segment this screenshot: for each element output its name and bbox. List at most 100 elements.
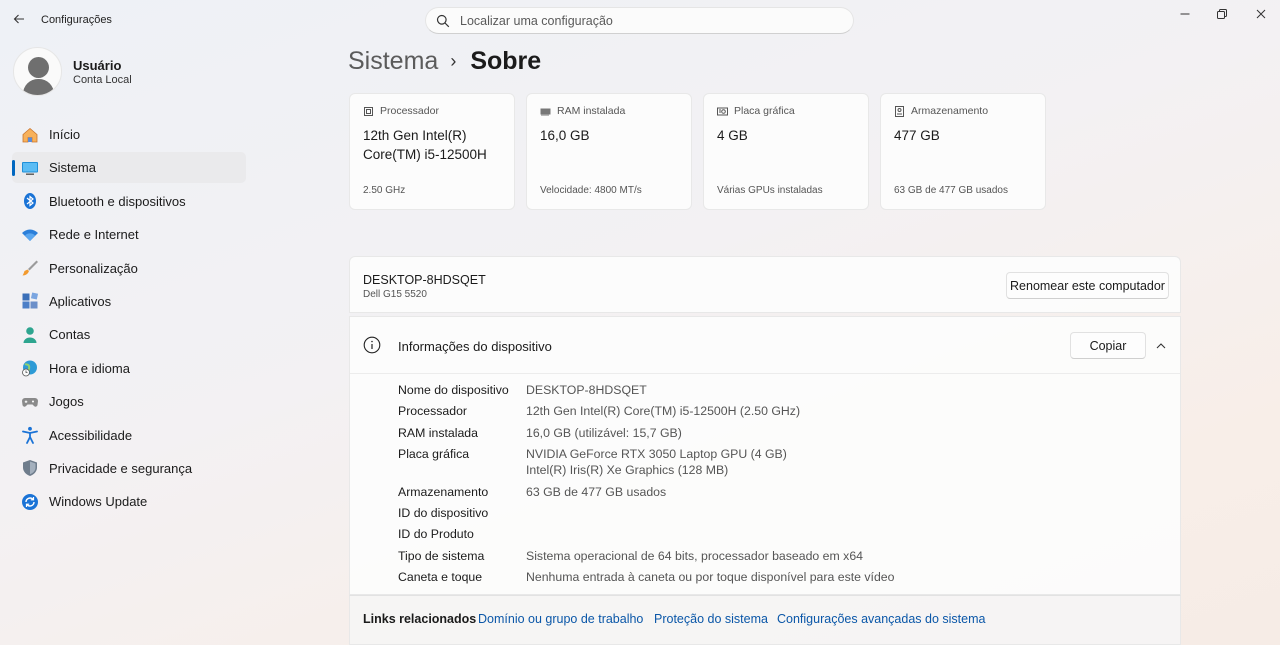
info-icon bbox=[363, 336, 381, 354]
info-key: ID do Produto bbox=[398, 527, 474, 542]
app-title: Configurações bbox=[41, 14, 112, 26]
info-key: ID do dispositivo bbox=[398, 505, 489, 520]
computer-name-panel: DESKTOP-8HDSQET Dell G15 5520 Renomear e… bbox=[349, 256, 1181, 313]
link-domain-workgroup[interactable]: Domínio ou grupo de trabalho bbox=[478, 612, 643, 626]
info-key: Placa gráfica bbox=[398, 447, 470, 462]
maximize-button[interactable] bbox=[1204, 0, 1240, 28]
sidebar-item-label: Rede e Internet bbox=[49, 227, 139, 243]
back-button[interactable] bbox=[8, 8, 30, 30]
info-key: Tipo de sistema bbox=[398, 548, 485, 563]
info-key: Processador bbox=[398, 404, 468, 419]
user-name: Usuário bbox=[73, 57, 122, 73]
spec-sub: 2.50 GHz bbox=[363, 185, 406, 196]
close-icon bbox=[1256, 9, 1266, 19]
apps-icon bbox=[21, 292, 39, 310]
sidebar-item-privacidade[interactable]: Privacidade e segurança bbox=[12, 453, 246, 484]
sidebar-item-contas[interactable]: Contas bbox=[12, 319, 246, 350]
sidebar-item-windows-update[interactable]: Windows Update bbox=[12, 486, 246, 517]
minimize-button[interactable] bbox=[1167, 0, 1203, 28]
home-icon bbox=[21, 126, 39, 144]
sidebar-item-rede[interactable]: Rede e Internet bbox=[12, 219, 246, 250]
info-key: Armazenamento bbox=[398, 484, 489, 499]
sidebar-item-personalizacao[interactable]: Personalização bbox=[12, 253, 246, 284]
spec-sub: Várias GPUs instaladas bbox=[717, 185, 823, 196]
spec-sub: 63 GB de 477 GB usados bbox=[894, 185, 1008, 196]
info-value: Sistema operacional de 64 bits, processa… bbox=[526, 548, 863, 563]
device-info-header[interactable]: Informações do dispositivo Copiar bbox=[350, 317, 1180, 374]
info-row: RAM instalada 16,0 GB (utilizável: 15,7 G… bbox=[398, 425, 894, 441]
info-row: Placa gráfica NVIDIA GeForce RTX 3050 Lap… bbox=[398, 446, 894, 478]
update-icon bbox=[21, 493, 39, 511]
info-row: Caneta e toque Nenhuma entrada à caneta o… bbox=[398, 569, 894, 585]
sidebar-item-label: Bluetooth e dispositivos bbox=[49, 193, 186, 209]
spec-label: Processador bbox=[380, 105, 439, 117]
related-links-title: Links relacionados bbox=[363, 612, 477, 626]
sidebar-item-inicio[interactable]: Início bbox=[12, 119, 246, 150]
spec-label: Placa gráfica bbox=[734, 105, 795, 117]
user-profile[interactable]: Usuário Conta Local bbox=[13, 47, 132, 96]
sidebar-item-label: Início bbox=[49, 127, 81, 142]
gamepad-icon bbox=[21, 393, 39, 411]
info-value: 63 GB de 477 GB usados bbox=[526, 484, 667, 499]
close-button[interactable] bbox=[1243, 0, 1279, 28]
sidebar-item-aplicativos[interactable]: Aplicativos bbox=[12, 286, 246, 317]
chevron-up-icon[interactable] bbox=[1152, 337, 1170, 355]
sidebar-item-label: Aplicativos bbox=[49, 293, 112, 309]
brush-icon bbox=[21, 259, 39, 277]
info-key: Caneta e toque bbox=[398, 570, 483, 585]
system-icon bbox=[21, 159, 39, 177]
info-row: Processador 12th Gen Intel(R) Core(TM) i5… bbox=[398, 403, 894, 419]
shield-icon bbox=[21, 459, 39, 477]
arrow-left-icon bbox=[13, 14, 24, 24]
sidebar-item-label: Sistema bbox=[49, 160, 96, 176]
link-advanced-settings[interactable]: Configurações avançadas do sistema bbox=[777, 612, 985, 626]
copy-button[interactable]: Copiar bbox=[1070, 332, 1146, 359]
computer-name: DESKTOP-8HDSQET bbox=[363, 273, 486, 287]
search-box[interactable] bbox=[425, 7, 854, 34]
spec-value: 16,0 GB bbox=[540, 128, 590, 143]
spec-card-processor: Processador 12th Gen Intel(R) Core(TM) i… bbox=[349, 93, 515, 210]
avatar bbox=[13, 47, 62, 96]
user-account-type: Conta Local bbox=[73, 73, 132, 86]
spec-label: RAM instalada bbox=[557, 105, 626, 117]
sidebar-item-jogos[interactable]: Jogos bbox=[12, 386, 246, 417]
info-row: Armazenamento 63 GB de 477 GB usados bbox=[398, 484, 894, 500]
wifi-icon bbox=[21, 226, 39, 244]
cpu-icon bbox=[364, 106, 373, 116]
info-value: NVIDIA GeForce RTX 3050 Laptop GPU (4 GB… bbox=[526, 447, 787, 478]
spec-cards: Processador 12th Gen Intel(R) Core(TM) i… bbox=[349, 93, 1046, 210]
sidebar-item-label: Windows Update bbox=[49, 494, 148, 510]
spec-value: 477 GB bbox=[894, 128, 940, 143]
sidebar-item-acessibilidade[interactable]: Acessibilidade bbox=[12, 420, 246, 451]
link-system-protection[interactable]: Proteção do sistema bbox=[654, 612, 768, 626]
breadcrumb: Sistema › Sobre bbox=[348, 47, 541, 76]
ram-icon bbox=[540, 108, 551, 116]
computer-model: Dell G15 5520 bbox=[363, 289, 427, 300]
spec-value: 12th Gen Intel(R) Core(TM) i5-12500H bbox=[363, 128, 487, 162]
info-row: Tipo de sistema Sistema operacional de 64… bbox=[398, 548, 894, 564]
spec-label: Armazenamento bbox=[911, 105, 989, 117]
spec-sub: Velocidade: 4800 MT/s bbox=[540, 185, 642, 196]
breadcrumb-parent[interactable]: Sistema bbox=[348, 47, 438, 76]
info-value: 16,0 GB (utilizável: 15,7 GB) bbox=[526, 425, 682, 440]
page-title: Sobre bbox=[470, 47, 542, 75]
sidebar-item-label: Hora e idioma bbox=[49, 360, 130, 376]
spec-value: 4 GB bbox=[717, 128, 748, 143]
device-info-panel: Informações do dispositivo Copiar Nome d… bbox=[349, 316, 1181, 595]
info-key: Nome do dispositivo bbox=[398, 383, 509, 397]
search-input[interactable] bbox=[460, 13, 853, 28]
person-icon bbox=[21, 326, 39, 344]
info-row: Nome do dispositivo DESKTOP-8HDSQET bbox=[398, 382, 894, 398]
info-value: 12th Gen Intel(R) Core(TM) i5-12500H (2.… bbox=[526, 404, 801, 419]
info-value: DESKTOP-8HDSQET bbox=[526, 383, 647, 397]
device-info-rows: Nome do dispositivo DESKTOP-8HDSQET Proce… bbox=[398, 382, 894, 591]
sidebar-item-label: Contas bbox=[49, 327, 91, 343]
sidebar-item-label: Privacidade e segurança bbox=[49, 460, 193, 476]
info-row: ID do dispositivo bbox=[398, 505, 894, 521]
sidebar-item-hora-idioma[interactable]: Hora e idioma bbox=[12, 353, 246, 384]
sidebar-item-bluetooth[interactable]: Bluetooth e dispositivos bbox=[12, 186, 246, 217]
sidebar-item-sistema[interactable]: Sistema bbox=[12, 152, 246, 184]
spec-card-storage: Armazenamento 477 GB 63 GB de 477 GB usa… bbox=[880, 93, 1046, 210]
info-value: Nenhuma entrada à caneta ou por toque di… bbox=[526, 570, 895, 585]
rename-computer-button[interactable]: Renomear este computador bbox=[1006, 272, 1169, 299]
